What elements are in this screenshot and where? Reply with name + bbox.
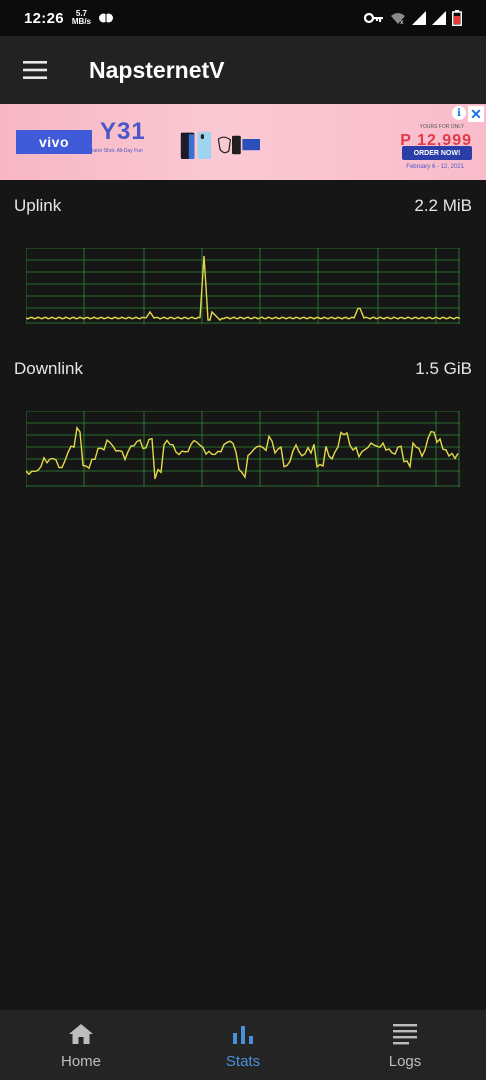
app-bar: NapsternetV — [0, 36, 486, 104]
ad-price-label: YOURS FOR ONLY — [419, 124, 464, 130]
battery-icon — [452, 10, 462, 26]
bottom-navigation: Home Stats Logs — [0, 1010, 486, 1080]
ad-brand-logo: vivo — [16, 130, 92, 154]
uplink-graph — [26, 248, 460, 324]
vpn-key-icon — [364, 12, 383, 24]
nav-logs[interactable]: Logs — [324, 1010, 486, 1080]
downlink-graph-svg — [26, 411, 460, 487]
ad-tagline: Clearer Shot, All-Day Fun — [86, 148, 143, 154]
notification-app-icon — [99, 12, 113, 24]
signal-icon-1 — [412, 11, 426, 25]
nav-stats-label: Stats — [225, 1052, 261, 1070]
ad-banner[interactable]: vivo Y31 Clearer Shot, All-Day Fun YOURS… — [0, 104, 486, 180]
menu-button[interactable] — [0, 36, 70, 104]
ad-info-icon[interactable]: i — [452, 106, 466, 120]
ad-close-icon[interactable]: ✕ — [468, 106, 484, 122]
wifi-off-icon: x — [391, 13, 405, 25]
home-icon — [68, 1021, 94, 1047]
ad-model-name: Y31 — [100, 118, 146, 145]
hamburger-menu-icon — [23, 61, 47, 79]
status-bar: 12:26 5.7 MB/s x — [0, 0, 486, 36]
nav-home[interactable]: Home — [0, 1010, 162, 1080]
downlink-value: 1.5 GiB — [415, 359, 472, 378]
downlink-graph — [26, 411, 460, 487]
uplink-value: 2.2 MiB — [414, 196, 472, 215]
uplink-trace — [26, 255, 460, 321]
ad-date: February 6 - 12, 2021 — [406, 164, 464, 170]
uplink-graph-svg — [26, 248, 460, 324]
network-speed-unit: MB/s — [71, 17, 91, 26]
signal-icon-2 — [432, 11, 446, 25]
list-icon — [393, 1021, 417, 1047]
nav-logs-label: Logs — [388, 1052, 422, 1070]
svg-text:x: x — [400, 19, 404, 25]
status-time: 12:26 — [24, 9, 64, 27]
nav-stats[interactable]: Stats — [162, 1010, 324, 1080]
nav-home-label: Home — [60, 1052, 101, 1070]
network-speed: 5.7 MB/s — [72, 10, 91, 26]
ad-phones-image — [180, 131, 260, 159]
uplink-label: Uplink — [14, 196, 62, 215]
downlink-label: Downlink — [14, 359, 83, 378]
bar-chart-icon — [232, 1021, 254, 1047]
ad-order-button[interactable]: ORDER NOW! — [402, 146, 472, 160]
app-title: NapsternetV — [89, 56, 225, 83]
